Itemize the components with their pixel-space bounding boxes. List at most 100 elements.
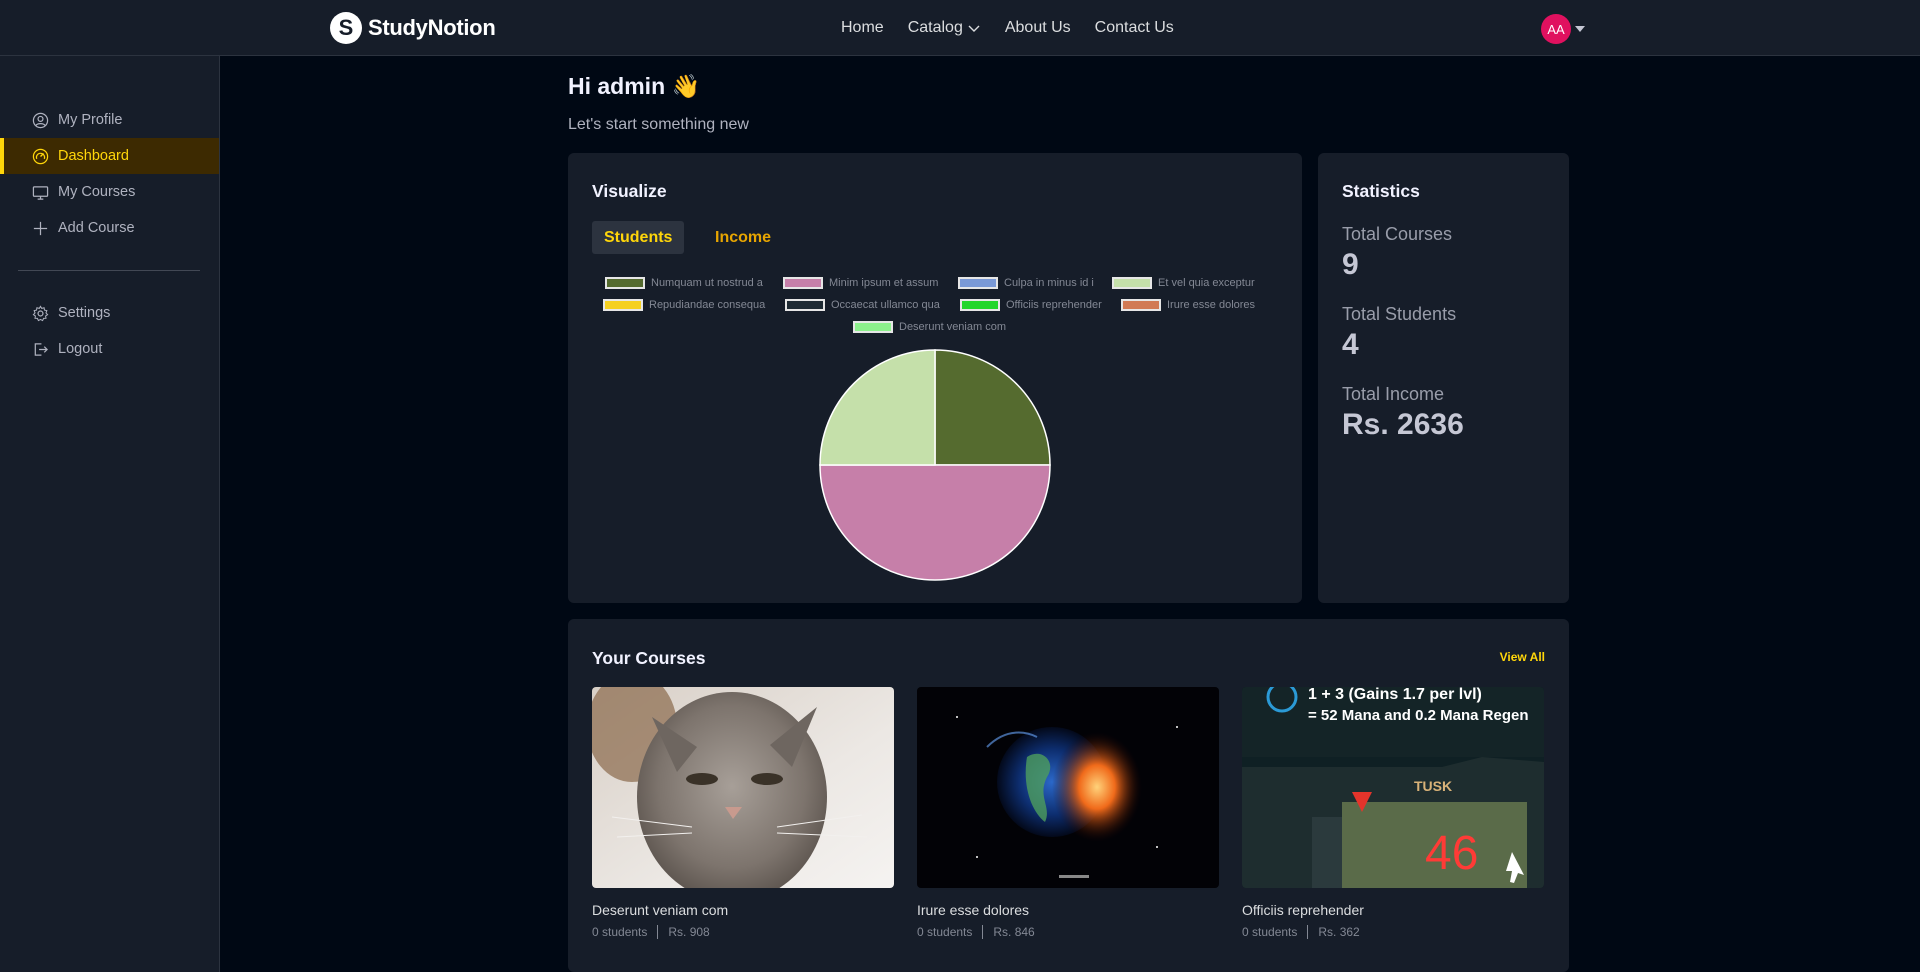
statistics-title: Statistics [1342, 181, 1420, 201]
legend-swatch [853, 321, 893, 333]
legend-item[interactable]: Numquam ut nostrud a [605, 277, 763, 289]
game-hud-line1: 1 + 3 (Gains 1.7 per lvl) [1308, 687, 1482, 703]
legend-label: Officiis reprehender [1006, 299, 1102, 311]
sidebar-item-label: Add Course [58, 220, 135, 236]
sidebar-item-label: My Profile [58, 112, 123, 128]
stat-total-students-value: 4 [1342, 328, 1359, 361]
legend-item[interactable]: Irure esse dolores [1121, 299, 1255, 311]
your-courses-card: Your Courses View All Deserunt veniam co… [568, 619, 1569, 972]
legend-label: Deserunt veniam com [899, 321, 1006, 333]
legend-swatch [785, 299, 825, 311]
visualize-title: Visualize [592, 181, 667, 201]
stat-total-courses-value: 9 [1342, 248, 1359, 281]
sidebar-item-label: My Courses [58, 184, 136, 200]
sidebar-item-my-profile[interactable]: My Profile [0, 102, 219, 138]
caret-down-icon [1575, 26, 1585, 32]
user-circle-icon [32, 112, 49, 128]
course-price: Rs. 846 [993, 925, 1035, 939]
tab-students[interactable]: Students [592, 221, 685, 254]
stat-total-courses-label: Total Courses [1342, 224, 1453, 244]
legend-swatch [960, 299, 1000, 311]
course-card[interactable]: Irure esse dolores 0 students Rs. 846 [917, 687, 1219, 939]
course-price: Rs. 362 [1318, 925, 1360, 939]
logout-icon [34, 342, 48, 356]
pie-slice-numquam-ut-nostrud-a[interactable] [934, 349, 1051, 466]
sidebar-item-dashboard[interactable]: Dashboard [0, 138, 219, 174]
legend-label: Culpa in minus id i [1004, 277, 1094, 289]
legend-label: Numquam ut nostrud a [651, 277, 763, 289]
legend-item[interactable]: Minim ipsum et assum [783, 277, 938, 289]
course-thumbnail-earth[interactable] [917, 687, 1219, 888]
course-card[interactable]: Deserunt veniam com 0 students Rs. 908 [592, 687, 894, 939]
view-all-link[interactable]: View All [1500, 650, 1545, 664]
stat-total-income-label: Total Income [1342, 384, 1445, 404]
legend-item[interactable]: Et vel quia exceptur [1112, 277, 1255, 289]
course-students: 0 students [1242, 925, 1298, 939]
nav-link-home[interactable]: Home [841, 19, 884, 37]
legend-item[interactable]: Officiis reprehender [960, 299, 1102, 311]
sidebar-divider [18, 270, 200, 271]
cat-photo-image [592, 687, 894, 888]
avatar: AA [1541, 14, 1571, 44]
course-meta: 0 students Rs. 362 [1242, 925, 1544, 939]
legend-swatch [1112, 277, 1152, 289]
greeting-subtitle: Let's start something new [568, 116, 749, 133]
pie-slice-minim-ipsum-et-assum[interactable] [819, 464, 1051, 581]
meta-divider [657, 925, 659, 939]
game-hero-level: 46 [1425, 827, 1479, 880]
chevron-down-icon [968, 25, 980, 32]
sidebar-item-label: Logout [58, 341, 103, 357]
brand-name: StudyNotion [368, 15, 496, 40]
course-thumbnail-game[interactable]: 1 + 3 (Gains 1.7 per lvl) = 52 Mana and … [1242, 687, 1544, 888]
logo-mark-icon: S [330, 12, 362, 44]
plus-icon [33, 221, 48, 235]
legend-swatch [958, 277, 998, 289]
earth-explosion-image [917, 687, 1219, 888]
profile-dropdown[interactable]: AA [1541, 14, 1585, 44]
legend-item[interactable]: Deserunt veniam com [853, 321, 1006, 333]
sidebar-item-my-courses[interactable]: My Courses [0, 174, 219, 210]
brand-logo[interactable]: S StudyNotion [330, 12, 496, 44]
course-students: 0 students [917, 925, 973, 939]
legend-item[interactable]: Culpa in minus id i [958, 277, 1094, 289]
your-courses-title: Your Courses [592, 648, 706, 668]
dashboard-gauge-icon [32, 148, 49, 164]
stat-total-income-value: Rs. 2636 [1342, 408, 1464, 441]
course-name: Deserunt veniam com [592, 902, 729, 918]
nav-link-catalog-label: Catalog [907, 19, 963, 36]
top-navbar: S StudyNotion Home Catalog About Us Cont… [0, 0, 1920, 56]
sidebar-item-add-course[interactable]: Add Course [0, 210, 219, 246]
course-card[interactable]: 1 + 3 (Gains 1.7 per lvl) = 52 Mana and … [1242, 687, 1544, 939]
sidebar-item-logout[interactable]: Logout [0, 331, 219, 367]
nav-link-catalog[interactable]: Catalog [908, 19, 981, 37]
course-meta: 0 students Rs. 908 [592, 925, 894, 939]
nav-link-contact[interactable]: Contact Us [1095, 19, 1174, 37]
legend-label: Repudiandae consequa [649, 299, 766, 311]
monitor-icon [32, 185, 49, 200]
legend-item[interactable]: Repudiandae consequa [603, 299, 765, 311]
meta-divider [1307, 925, 1309, 939]
legend-swatch [603, 299, 643, 311]
nav-links: Home Catalog About Us Contact Us [841, 19, 1174, 37]
game-hud-line2: = 52 Mana and 0.2 Mana Regen [1308, 707, 1529, 724]
course-students: 0 students [592, 925, 648, 939]
course-name: Officiis reprehender [1242, 902, 1364, 918]
legend-item[interactable]: Occaecat ullamco qua [785, 299, 940, 311]
greeting-heading: Hi admin 👋 [568, 73, 701, 99]
pie-slice-et-vel-quia-exceptur[interactable] [819, 349, 936, 466]
course-thumbnail-cat[interactable] [592, 687, 894, 888]
nav-link-about[interactable]: About Us [1005, 19, 1071, 37]
sidebar-item-settings[interactable]: Settings [0, 295, 219, 331]
gear-icon [32, 304, 49, 321]
legend-label: Irure esse dolores [1167, 299, 1256, 311]
tab-income[interactable]: Income [703, 221, 783, 254]
stat-total-students-label: Total Students [1342, 304, 1457, 324]
course-meta: 0 students Rs. 846 [917, 925, 1219, 939]
students-pie-chart [819, 349, 1051, 581]
course-price: Rs. 908 [668, 925, 710, 939]
legend-label: Minim ipsum et assum [829, 277, 939, 289]
legend-label: Occaecat ullamco qua [831, 299, 940, 311]
visualize-card: Visualize Students Income Numquam ut nos… [568, 153, 1302, 603]
legend-label: Et vel quia exceptur [1158, 277, 1255, 289]
sidebar-item-label: Dashboard [58, 148, 129, 164]
